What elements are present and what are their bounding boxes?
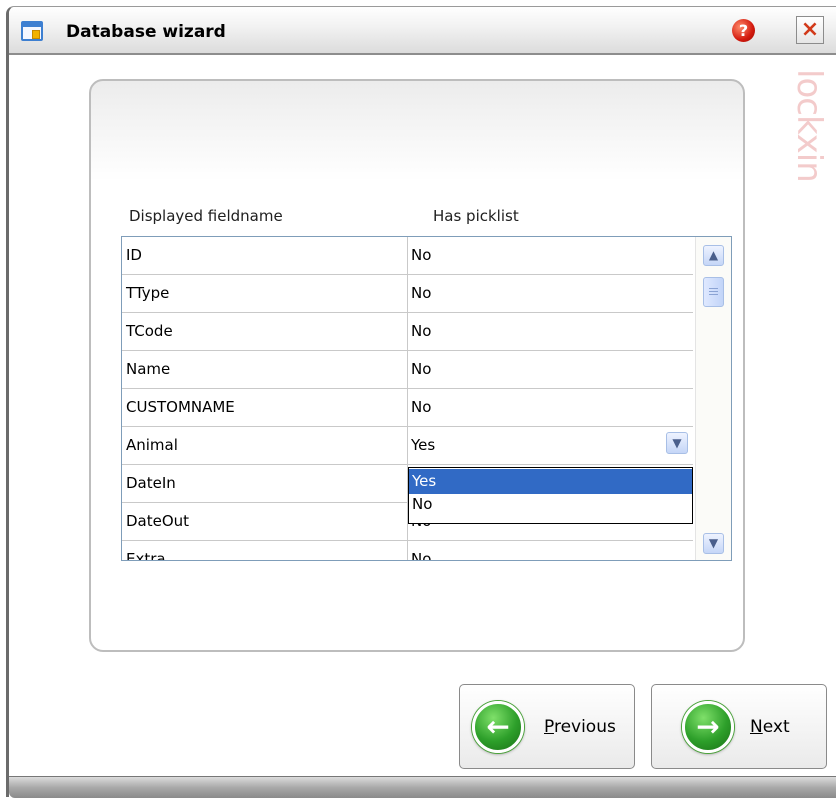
picklist-cell[interactable]: No bbox=[411, 360, 431, 378]
fieldname-cell: TType bbox=[126, 284, 170, 302]
window-bottom-border bbox=[9, 776, 836, 798]
title-bar[interactable]: Database wizard ? × bbox=[9, 7, 836, 55]
fieldname-cell: DateIn bbox=[126, 474, 176, 492]
picklist-cell[interactable]: No bbox=[411, 246, 431, 264]
table-row-active[interactable]: Animal Yes ▼ bbox=[122, 427, 693, 465]
watermark: lockxin bbox=[789, 69, 829, 182]
database-wizard-icon bbox=[21, 21, 43, 41]
picklist-cell[interactable]: No bbox=[411, 550, 431, 560]
table-row[interactable]: Name No bbox=[122, 351, 693, 389]
previous-button[interactable]: ← Previous bbox=[459, 684, 635, 769]
chevron-up-icon[interactable]: ▲ bbox=[703, 245, 724, 266]
fieldname-cell: Name bbox=[126, 360, 171, 378]
picklist-combo[interactable]: Yes bbox=[411, 436, 435, 454]
window-title: Database wizard bbox=[66, 22, 226, 42]
fieldname-cell: DateOut bbox=[126, 512, 190, 530]
fieldname-cell: TCode bbox=[126, 322, 173, 340]
table-row[interactable]: TCode No bbox=[122, 313, 693, 351]
wizard-window: Database wizard ? × lockxin Displayed fi… bbox=[6, 6, 836, 798]
table-row[interactable]: CUSTOMNAME No bbox=[122, 389, 693, 427]
arrow-right-icon: → bbox=[682, 701, 734, 753]
table-row[interactable]: TType No bbox=[122, 275, 693, 313]
previous-button-label: Previous bbox=[544, 717, 616, 737]
table-row[interactable]: ID No bbox=[122, 237, 693, 275]
column-header-fieldname: Displayed fieldname bbox=[129, 207, 283, 225]
picklist-dropdown[interactable]: Yes No bbox=[408, 467, 693, 524]
fieldname-cell: Animal bbox=[126, 436, 178, 454]
chevron-down-icon[interactable]: ▼ bbox=[703, 533, 724, 554]
column-header-picklist: Has picklist bbox=[433, 207, 519, 225]
scrollbar-thumb[interactable] bbox=[703, 277, 724, 307]
table-row[interactable]: Extra No bbox=[122, 541, 693, 561]
arrow-left-icon: ← bbox=[472, 701, 524, 753]
fieldname-cell: Extra bbox=[126, 550, 166, 561]
fieldname-cell: ID bbox=[126, 246, 142, 264]
next-button-label: Next bbox=[750, 717, 790, 737]
picklist-cell[interactable]: No bbox=[411, 398, 431, 416]
picklist-cell[interactable]: No bbox=[411, 322, 431, 340]
chevron-down-icon[interactable]: ▼ bbox=[666, 432, 688, 454]
dropdown-option-no[interactable]: No bbox=[409, 495, 692, 520]
vertical-scrollbar[interactable]: ▲ ▼ bbox=[695, 237, 731, 560]
dropdown-option-yes[interactable]: Yes bbox=[409, 469, 692, 494]
picklist-cell[interactable]: No bbox=[411, 284, 431, 302]
help-icon[interactable]: ? bbox=[732, 19, 755, 42]
close-icon[interactable]: × bbox=[796, 16, 824, 44]
fieldname-cell: CUSTOMNAME bbox=[126, 398, 235, 416]
next-button[interactable]: → Next bbox=[651, 684, 827, 769]
